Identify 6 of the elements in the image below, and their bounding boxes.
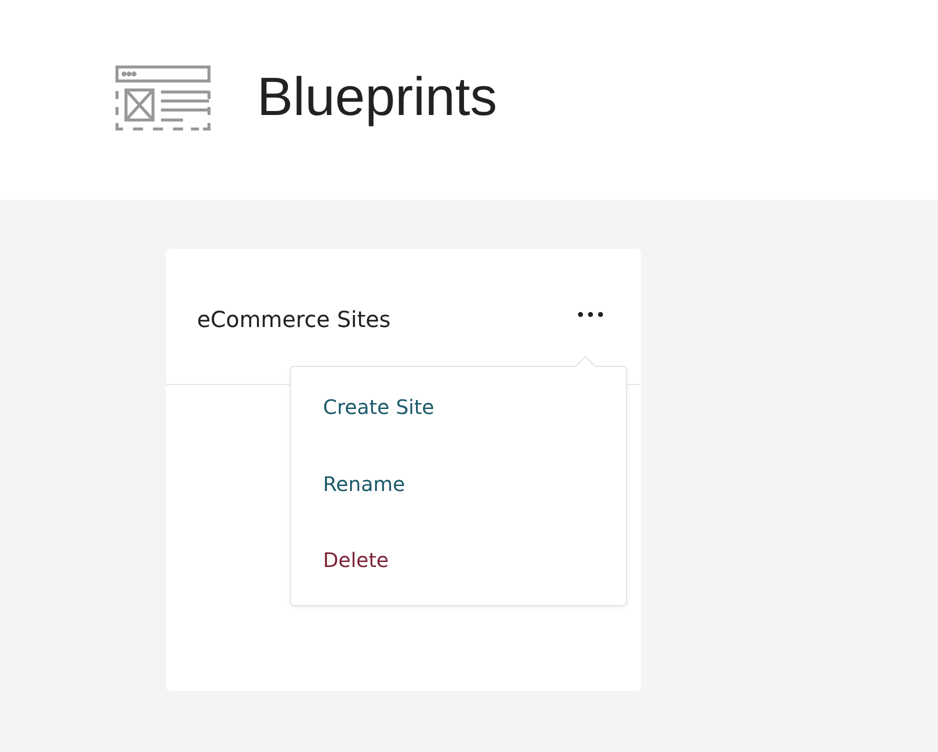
menu-item[interactable]: Create Site	[291, 375, 434, 452]
page-title: Blueprints	[257, 66, 498, 128]
menu-item[interactable]: Delete	[291, 528, 389, 606]
menu-item[interactable]: Rename	[291, 452, 406, 528]
card-title: eCommerce Sites	[197, 308, 391, 333]
blueprint-icon	[115, 65, 211, 131]
